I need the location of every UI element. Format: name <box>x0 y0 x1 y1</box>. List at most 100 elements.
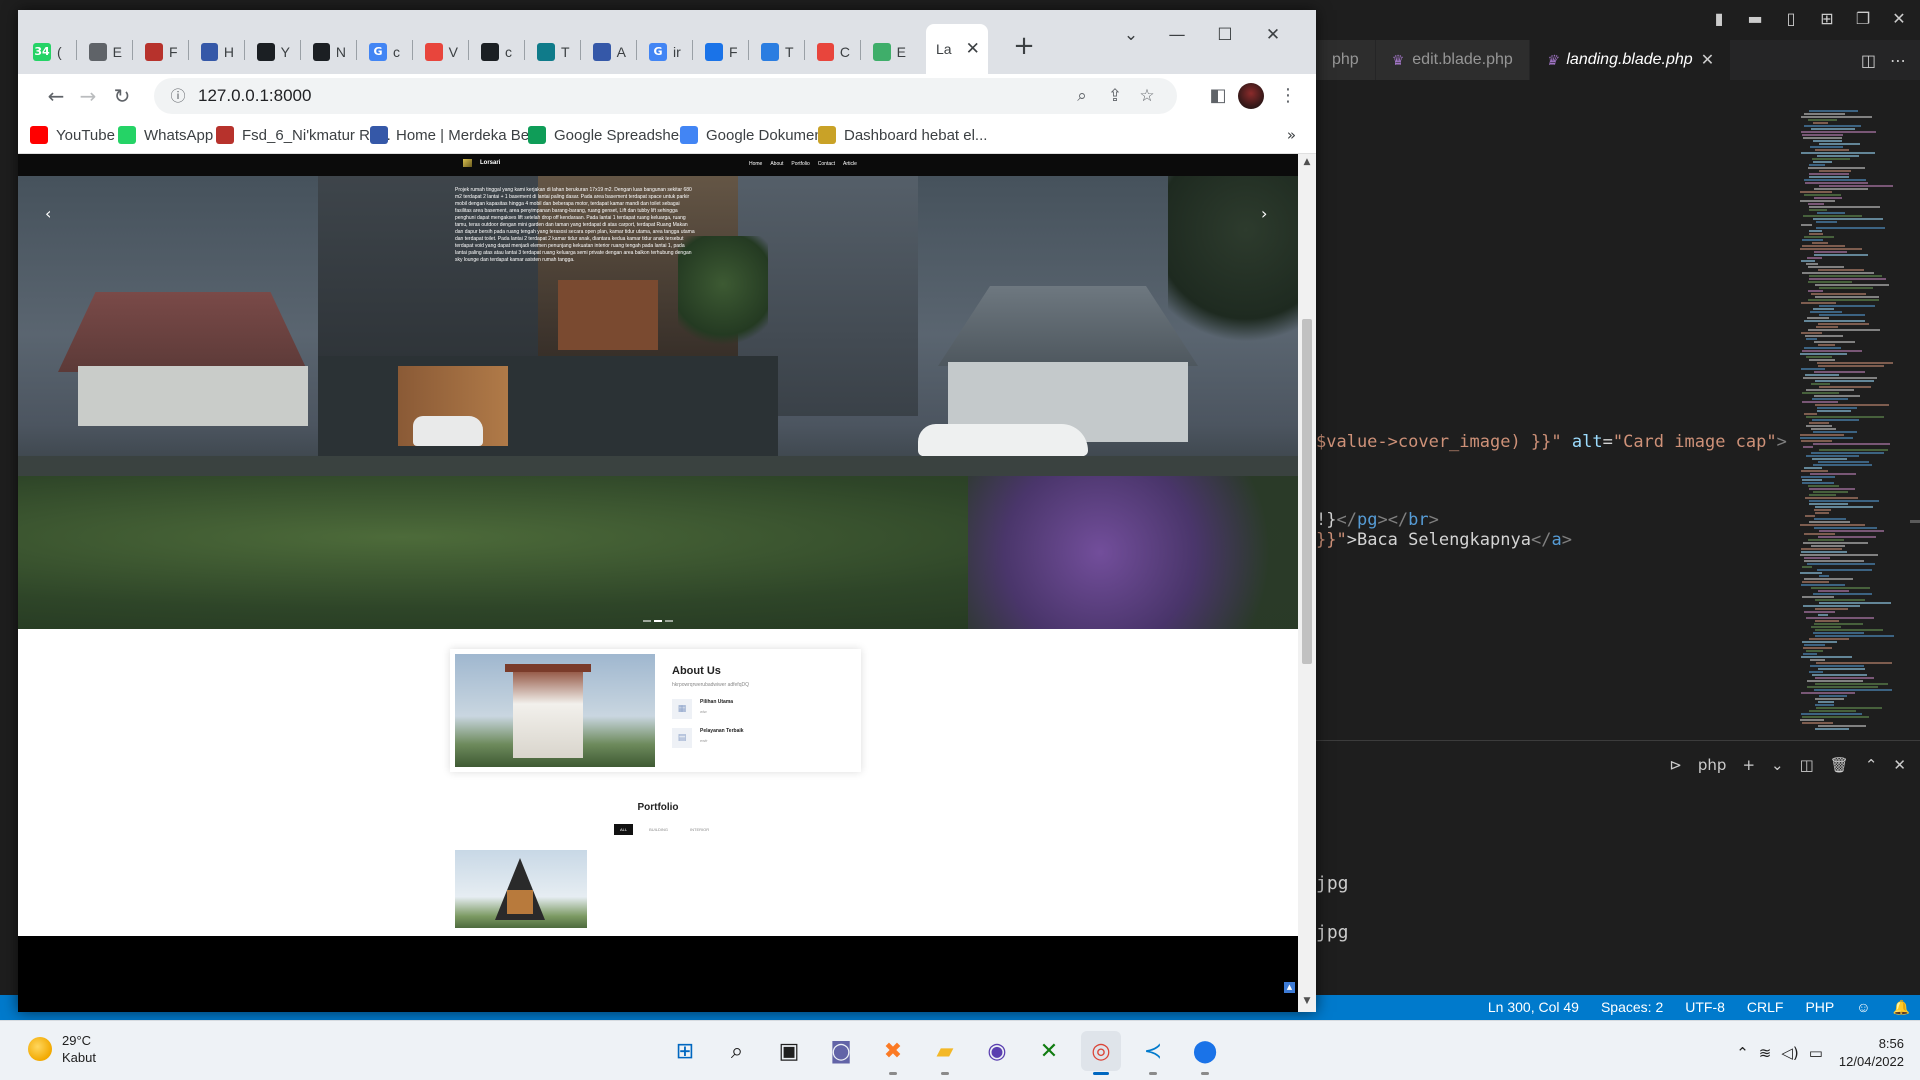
close-tab-icon[interactable]: ✕ <box>966 39 980 59</box>
bookmark-item[interactable]: Fsd_6_Ni'kmatur Ro... <box>216 126 391 144</box>
indentation[interactable]: Spaces: 2 <box>1601 999 1663 1016</box>
maps-pin-icon[interactable]: ⬤ <box>1185 1031 1225 1075</box>
site-menu-portfolio[interactable]: Portfolio <box>791 161 809 167</box>
filter-all[interactable]: ALL <box>614 824 634 835</box>
tab-search-icon[interactable]: ⌄ <box>1108 20 1154 50</box>
bookmark-item[interactable]: WhatsApp <box>118 126 213 144</box>
site-menu-contact[interactable]: Contact <box>818 161 835 167</box>
minimize-button[interactable]: — <box>1154 20 1200 50</box>
chrome-tab[interactable]: V <box>414 30 458 74</box>
vscode-tab-edit-blade[interactable]: ♛ edit.blade.php <box>1375 40 1530 80</box>
chrome-tab[interactable]: N <box>302 30 346 74</box>
back-to-top-icon[interactable]: ▲ <box>1284 982 1295 993</box>
carousel-next-icon[interactable]: › <box>1261 204 1267 223</box>
maximize-button[interactable]: ☐ <box>1202 20 1248 50</box>
cursor-position[interactable]: Ln 300, Col 49 <box>1488 999 1579 1016</box>
carousel-indicator[interactable] <box>665 620 673 622</box>
bookmark-item[interactable]: Google Dokumen <box>680 126 823 144</box>
carousel-indicator-active[interactable] <box>654 620 662 622</box>
chrome-tab[interactable]: Y <box>246 30 290 74</box>
chrome-tab[interactable]: c <box>470 30 514 74</box>
split-terminal-icon[interactable]: ◫ <box>1800 756 1814 774</box>
vscode-tab-php[interactable]: php <box>1316 40 1376 80</box>
forward-button[interactable]: → <box>74 82 102 110</box>
bookmark-item[interactable]: Dashboard hebat el... <box>818 126 987 144</box>
reload-button[interactable]: ↻ <box>108 82 136 110</box>
customize-layout-icon[interactable]: ⊞ <box>1814 8 1840 30</box>
close-panel-icon[interactable]: ✕ <box>1893 756 1906 774</box>
scroll-up-icon[interactable]: ▲ <box>1301 157 1313 169</box>
chrome-menu-icon[interactable]: ⋮ <box>1276 84 1300 108</box>
site-brand[interactable]: Lorsari <box>463 159 500 167</box>
obs-icon[interactable]: ◉ <box>977 1031 1017 1071</box>
bookmark-star-icon[interactable]: ☆ <box>1136 85 1158 107</box>
close-tab-icon[interactable]: ✕ <box>1701 50 1714 70</box>
battery-icon[interactable]: ▭ <box>1809 1044 1823 1062</box>
toggle-sidebar-icon[interactable]: ▮ <box>1706 8 1732 30</box>
language-mode[interactable]: PHP <box>1805 999 1834 1016</box>
notifications-bell-icon[interactable]: 🔔 <box>1893 999 1910 1016</box>
chrome-tab[interactable]: H <box>190 30 234 74</box>
filter-building[interactable]: BUILDING <box>643 824 674 835</box>
back-button[interactable]: ← <box>42 82 70 110</box>
xampp-icon[interactable]: ✖ <box>873 1031 913 1075</box>
carousel-prev-icon[interactable]: ‹ <box>45 204 51 223</box>
task-view-icon[interactable]: ▣ <box>769 1031 809 1071</box>
chrome-tab[interactable]: F <box>134 30 178 74</box>
close-window-button[interactable]: ✕ <box>1250 20 1296 50</box>
chrome-tab[interactable]: T <box>526 30 570 74</box>
bookmark-item[interactable]: Google Spreadsheet <box>528 126 692 144</box>
search-icon[interactable]: ⌕ <box>717 1031 757 1071</box>
file-explorer-icon[interactable]: ▰ <box>925 1031 965 1075</box>
site-info-icon[interactable]: ⓘ <box>168 86 188 106</box>
chrome-icon[interactable]: ◎ <box>1081 1031 1121 1075</box>
share-icon[interactable]: ⇪ <box>1104 85 1126 107</box>
chrome-tab[interactable]: C <box>806 30 850 74</box>
windows-start-icon[interactable]: ⊞ <box>665 1031 705 1071</box>
vscode-minimap[interactable] <box>1792 110 1912 740</box>
teams-chat-icon[interactable]: ◙ <box>821 1031 861 1071</box>
more-bookmarks-icon[interactable]: » <box>1287 126 1296 144</box>
weather-widget[interactable]: 29°C Kabut <box>28 1033 96 1065</box>
chrome-tab[interactable]: F <box>694 30 738 74</box>
portfolio-item[interactable] <box>455 850 587 928</box>
volume-icon[interactable]: ◁) <box>1781 1044 1798 1062</box>
restore-icon[interactable]: ❐ <box>1850 8 1876 30</box>
chrome-tab[interactable]: E <box>862 30 906 74</box>
new-tab-button[interactable]: + <box>1010 32 1038 60</box>
chrome-tab[interactable]: T <box>750 30 794 74</box>
site-menu-article[interactable]: Article <box>843 161 857 167</box>
encoding[interactable]: UTF-8 <box>1685 999 1725 1016</box>
chrome-tab[interactable]: 34 ( <box>22 30 66 74</box>
zoom-icon[interactable]: ⌕ <box>1071 85 1093 107</box>
trash-icon[interactable]: 🗑 <box>1830 756 1849 774</box>
site-menu-about[interactable]: About <box>770 161 783 167</box>
page-scrollbar[interactable]: ▲ ▼ <box>1298 154 1316 1012</box>
profile-avatar[interactable] <box>1238 83 1264 109</box>
more-actions-icon[interactable]: ⋯ <box>1890 51 1906 70</box>
page-viewport[interactable]: Lorsari Home About Portfolio Contact Art… <box>18 154 1298 1012</box>
scrollbar-thumb[interactable] <box>1302 319 1312 664</box>
show-hidden-icons-icon[interactable]: ⌃ <box>1736 1044 1749 1062</box>
side-panel-icon[interactable]: ◧ <box>1206 84 1230 108</box>
maximize-panel-icon[interactable]: ⌃ <box>1865 756 1878 774</box>
filter-interior[interactable]: INTERIOR <box>684 824 715 835</box>
chrome-tab[interactable]: Gir <box>638 30 682 74</box>
scroll-down-icon[interactable]: ▼ <box>1301 996 1313 1008</box>
new-terminal-icon[interactable]: + <box>1742 756 1755 774</box>
carousel-indicator[interactable] <box>643 620 651 622</box>
chrome-tab[interactable]: Gc <box>358 30 402 74</box>
chevron-down-icon[interactable]: ⌄ <box>1771 756 1784 774</box>
wifi-icon[interactable]: ≋ <box>1759 1044 1772 1062</box>
chrome-tab[interactable]: E <box>78 30 122 74</box>
terminal-label[interactable]: php <box>1698 756 1727 774</box>
end-of-line[interactable]: CRLF <box>1747 999 1784 1016</box>
toggle-panel-icon[interactable]: ▬ <box>1742 8 1768 30</box>
xbox-icon[interactable]: ✕ <box>1029 1031 1069 1071</box>
chrome-tab-active[interactable]: La ✕ <box>926 24 988 74</box>
toggle-secondary-sidebar-icon[interactable]: ▯ <box>1778 8 1804 30</box>
site-menu-home[interactable]: Home <box>749 161 762 167</box>
close-icon[interactable]: ✕ <box>1886 8 1912 30</box>
vscode-icon[interactable]: ≺ <box>1133 1031 1173 1075</box>
bookmark-item[interactable]: Home | Merdeka Be... <box>370 126 542 144</box>
